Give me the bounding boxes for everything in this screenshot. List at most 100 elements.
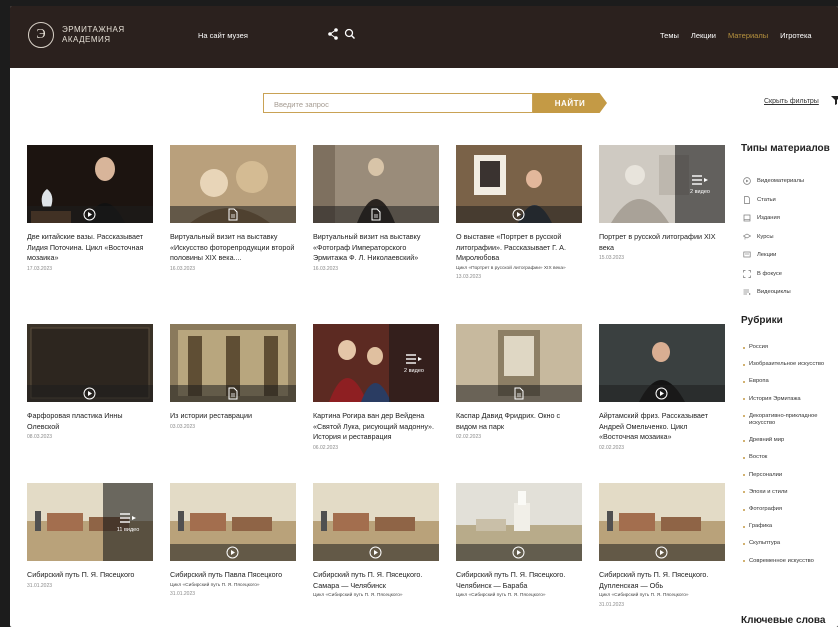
share-icon[interactable] xyxy=(327,27,339,41)
material-type-filter[interactable]: В фокусе xyxy=(743,265,804,284)
material-card[interactable]: Виртуальный визит на выставку «Искусство… xyxy=(170,145,296,272)
play-icon[interactable] xyxy=(655,546,668,559)
material-type-label: В фокусе xyxy=(757,270,783,277)
nav-item-themes[interactable]: Темы xyxy=(660,31,679,40)
material-card[interactable]: О выставке «Портрет в русской литографии… xyxy=(456,145,582,280)
card-thumbnail[interactable]: 2 видео xyxy=(313,324,439,402)
rubric-filter[interactable]: История Эрмитажа xyxy=(743,396,838,403)
card-cycle[interactable]: Цикл «Сибирский путь П. Я. Пясецкого» xyxy=(456,593,582,599)
play-icon[interactable] xyxy=(369,546,382,559)
mortarboard-icon xyxy=(743,233,751,240)
card-title[interactable]: О выставке «Портрет в русской литографии… xyxy=(456,232,582,264)
card-thumbnail[interactable]: 2 видео xyxy=(599,145,725,223)
rubric-label: Современное искусство xyxy=(749,557,814,564)
rubric-filter[interactable]: Современное искусство xyxy=(743,558,838,565)
rubric-filter[interactable]: Декоративно-прикладное искусство xyxy=(743,413,838,427)
card-cycle[interactable]: Цикл «Сибирский путь П. Я. Пясецкого» xyxy=(170,583,296,589)
card-thumbnail[interactable] xyxy=(456,483,582,561)
material-card[interactable]: 2 видео Картина Рогира ван дер Вейдена «С… xyxy=(313,324,439,451)
material-card[interactable]: Сибирский путь Павла Пясецкого Цикл «Сиби… xyxy=(170,483,296,597)
play-icon[interactable] xyxy=(83,208,96,221)
card-thumbnail[interactable] xyxy=(456,324,582,402)
find-button[interactable]: НАЙТИ xyxy=(533,93,607,113)
card-thumbnail[interactable] xyxy=(170,324,296,402)
museum-site-link[interactable]: На сайт музея xyxy=(198,31,248,40)
card-title[interactable]: Фарфоровая пластика Инны Олевской xyxy=(27,411,153,432)
card-title[interactable]: Виртуальный визит на выставку «Искусство… xyxy=(170,232,296,264)
card-title[interactable]: Сибирский путь П. Я. Пясецкого. Челябинс… xyxy=(456,570,582,591)
material-type-filter[interactable]: Видеоциклы xyxy=(743,283,804,302)
material-card[interactable]: 11 видео Сибирский путь П. Я. Пясецкого 31… xyxy=(27,483,153,589)
card-title[interactable]: Айртамский фриз. Рассказывает Андрей Оме… xyxy=(599,411,725,443)
card-title[interactable]: Сибирский путь П. Я. Пясецкого. Дупленск… xyxy=(599,570,725,591)
rubric-filter[interactable]: Европа xyxy=(743,378,838,385)
rubric-filter[interactable]: Древний мир xyxy=(743,437,838,444)
card-thumbnail[interactable] xyxy=(27,145,153,223)
search-icon[interactable] xyxy=(344,27,356,41)
card-thumbnail[interactable] xyxy=(170,145,296,223)
play-icon[interactable] xyxy=(512,546,525,559)
card-thumbnail[interactable] xyxy=(456,145,582,223)
material-card[interactable]: Фарфоровая пластика Инны Олевской 08.03.2… xyxy=(27,324,153,440)
rubric-label: Европа xyxy=(749,378,769,385)
material-card[interactable]: Сибирский путь П. Я. Пясецкого. Челябинс… xyxy=(456,483,582,600)
video-series-overlay[interactable]: 11 видео xyxy=(103,483,153,561)
card-title[interactable]: Картина Рогира ван дер Вейдена «Святой Л… xyxy=(313,411,439,443)
card-title[interactable]: Из истории реставрации xyxy=(170,411,296,422)
card-thumbnail[interactable] xyxy=(313,145,439,223)
rubric-filter[interactable]: Изобразительное искусство xyxy=(743,361,838,368)
video-series-overlay[interactable]: 2 видео xyxy=(389,324,439,402)
card-thumbnail[interactable] xyxy=(599,483,725,561)
card-thumbnail[interactable]: 11 видео xyxy=(27,483,153,561)
card-thumbnail[interactable] xyxy=(27,324,153,402)
card-title[interactable]: Виртуальный визит на выставку «Фотограф … xyxy=(313,232,439,264)
rubric-filter[interactable]: Скульптура xyxy=(743,540,838,547)
search-input[interactable] xyxy=(264,95,532,114)
rubric-filter[interactable]: Восток xyxy=(743,454,838,461)
card-title[interactable]: Каспар Давид Фридрих. Окно с видом на па… xyxy=(456,411,582,432)
material-card[interactable]: Каспар Давид Фридрих. Окно с видом на па… xyxy=(456,324,582,440)
material-type-filter[interactable]: Курсы xyxy=(743,228,804,247)
nav-item-materials[interactable]: Материалы xyxy=(728,31,768,40)
rubric-filter[interactable]: Персоналии xyxy=(743,472,838,479)
material-card[interactable]: Сибирский путь П. Я. Пясецкого. Самара —… xyxy=(313,483,439,600)
rubric-filter[interactable]: Эпохи и стили xyxy=(743,489,838,496)
card-title[interactable]: Сибирский путь П. Я. Пясецкого. Самара —… xyxy=(313,570,439,591)
rubric-filter[interactable]: Графика xyxy=(743,523,838,530)
card-cycle[interactable]: Цикл «Портрет в русской литографии» XIX … xyxy=(456,266,582,272)
card-title[interactable]: Портрет в русской литографии XIX века xyxy=(599,232,725,253)
filter-icon[interactable] xyxy=(831,95,838,105)
material-type-filter[interactable]: Статьи xyxy=(743,191,804,210)
video-series-overlay[interactable]: 2 видео xyxy=(675,145,725,223)
nav-item-games[interactable]: Игротека xyxy=(780,31,811,40)
material-card[interactable]: Айртамский фриз. Рассказывает Андрей Оме… xyxy=(599,324,725,451)
material-card[interactable]: Сибирский путь П. Я. Пясецкого. Дупленск… xyxy=(599,483,725,608)
material-card[interactable]: Две китайские вазы. Рассказывает Лидия П… xyxy=(27,145,153,272)
card-thumbnail[interactable] xyxy=(170,483,296,561)
play-icon[interactable] xyxy=(655,387,668,400)
material-type-filter[interactable]: Издания xyxy=(743,209,804,228)
hide-filters-link[interactable]: Скрыть фильтры xyxy=(764,98,819,105)
card-cycle[interactable]: Цикл «Сибирский путь П. Я. Пясецкого» xyxy=(599,593,725,599)
card-title[interactable]: Сибирский путь П. Я. Пясецкого xyxy=(27,570,153,581)
material-card[interactable]: Из истории реставрации 03.03.2023 xyxy=(170,324,296,430)
hermitage-logo-icon[interactable]: Э xyxy=(28,22,54,48)
material-card[interactable]: 2 видео Портрет в русской литографии XIX … xyxy=(599,145,725,261)
play-icon[interactable] xyxy=(512,208,525,221)
material-type-filter[interactable]: Лекции xyxy=(743,246,804,265)
play-icon[interactable] xyxy=(83,387,96,400)
card-title[interactable]: Две китайские вазы. Рассказывает Лидия П… xyxy=(27,232,153,264)
material-type-filter[interactable]: Видеоматериалы xyxy=(743,172,804,191)
material-type-label: Видеоциклы xyxy=(757,289,791,296)
nav-item-lectures[interactable]: Лекции xyxy=(691,31,716,40)
rubric-filter[interactable]: Россия xyxy=(743,344,838,351)
card-cycle[interactable]: Цикл «Сибирский путь П. Я. Пясецкого» xyxy=(313,593,439,599)
logo-text[interactable]: ЭРМИТАЖНАЯ АКАДЕМИЯ xyxy=(62,25,125,45)
card-title[interactable]: Сибирский путь Павла Пясецкого xyxy=(170,570,296,581)
card-thumbnail[interactable] xyxy=(599,324,725,402)
rubric-filter[interactable]: Фотография xyxy=(743,506,838,513)
material-card[interactable]: Виртуальный визит на выставку «Фотограф … xyxy=(313,145,439,272)
play-icon[interactable] xyxy=(226,546,239,559)
card-thumbnail[interactable] xyxy=(313,483,439,561)
page: Э ЭРМИТАЖНАЯ АКАДЕМИЯ На сайт музея Темы… xyxy=(10,6,838,627)
